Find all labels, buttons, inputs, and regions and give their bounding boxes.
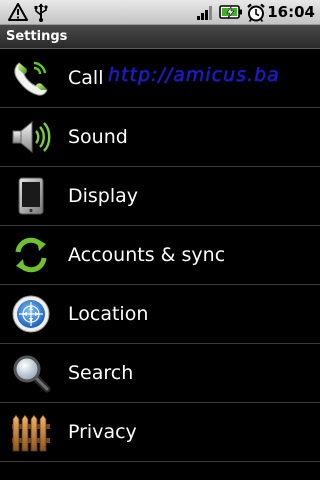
phone-icon <box>14 61 48 96</box>
usb-icon <box>34 3 48 22</box>
settings-item-label: Location <box>68 303 149 325</box>
sync-icon <box>15 237 47 273</box>
settings-item-sound[interactable]: Sound <box>0 108 320 167</box>
settings-item-privacy[interactable]: Privacy <box>0 403 320 462</box>
location-icon <box>12 295 50 333</box>
signal-icon <box>197 6 212 20</box>
settings-item-location[interactable]: Location <box>0 285 320 344</box>
battery-charging-icon <box>219 5 242 19</box>
settings-list: Call Sound Display Accounts & sync Locat… <box>0 49 320 462</box>
speaker-icon <box>12 120 51 154</box>
settings-item-label: Call <box>68 67 104 89</box>
settings-item-display[interactable]: Display <box>0 167 320 226</box>
page-title: Settings <box>6 29 68 44</box>
settings-item-label: Accounts & sync <box>68 244 226 266</box>
settings-item-search[interactable]: Search <box>0 344 320 403</box>
display-icon <box>18 177 44 215</box>
status-time: 16:04 <box>267 3 315 21</box>
title-bar: Settings <box>0 25 320 49</box>
watermark-text: http://amicus.ba <box>108 64 280 86</box>
settings-item-label: Search <box>68 362 134 384</box>
search-icon <box>13 355 51 393</box>
settings-item-accounts-sync[interactable]: Accounts & sync <box>0 226 320 285</box>
settings-item-label: Privacy <box>68 421 137 443</box>
settings-item-label: Display <box>68 185 139 207</box>
alarm-clock-icon <box>247 3 265 22</box>
warning-icon <box>8 3 28 21</box>
fence-icon <box>12 414 50 452</box>
settings-item-label: Sound <box>68 126 128 148</box>
status-bar: 16:04 <box>0 0 320 25</box>
